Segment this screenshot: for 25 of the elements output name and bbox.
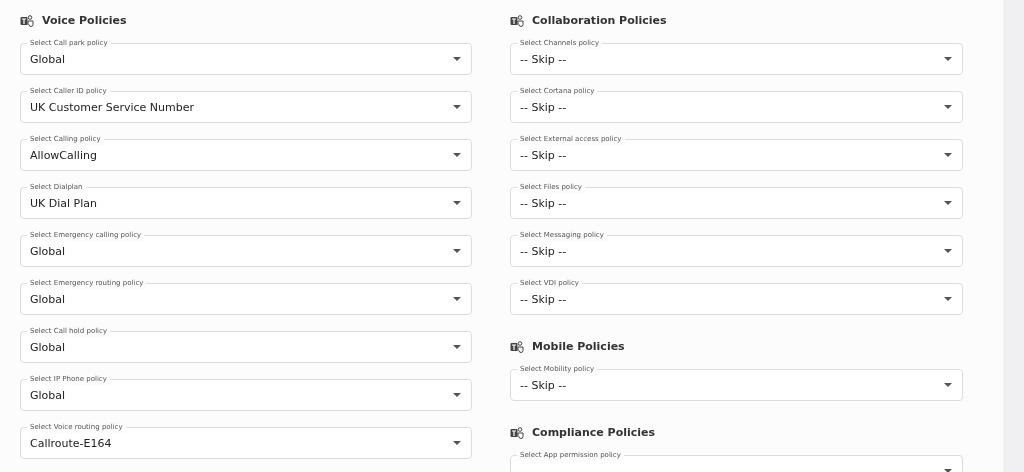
caret-icon <box>453 104 461 110</box>
caret-icon <box>944 152 952 158</box>
caret-icon <box>453 248 461 254</box>
caret-icon <box>944 200 952 206</box>
section-title: Mobile Policies <box>532 338 625 355</box>
caret-icon <box>453 344 461 350</box>
section-title: Voice Policies <box>42 12 127 29</box>
caret-icon <box>944 296 952 302</box>
caret-icon <box>944 56 952 62</box>
people-icon <box>510 427 524 439</box>
caret-icon <box>453 440 461 446</box>
people-icon <box>510 15 524 27</box>
section-title: Collaboration Policies <box>532 12 667 29</box>
people-icon <box>20 15 34 27</box>
caret-icon <box>944 382 952 388</box>
caret-icon <box>944 248 952 254</box>
people-icon <box>510 341 524 353</box>
caret-icon <box>453 56 461 62</box>
caret-icon <box>453 296 461 302</box>
caret-icon <box>453 392 461 398</box>
caret-icon <box>944 468 952 472</box>
caret-icon <box>453 152 461 158</box>
caret-icon <box>453 200 461 206</box>
caret-icon <box>944 104 952 110</box>
section-title: Compliance Policies <box>532 424 656 441</box>
